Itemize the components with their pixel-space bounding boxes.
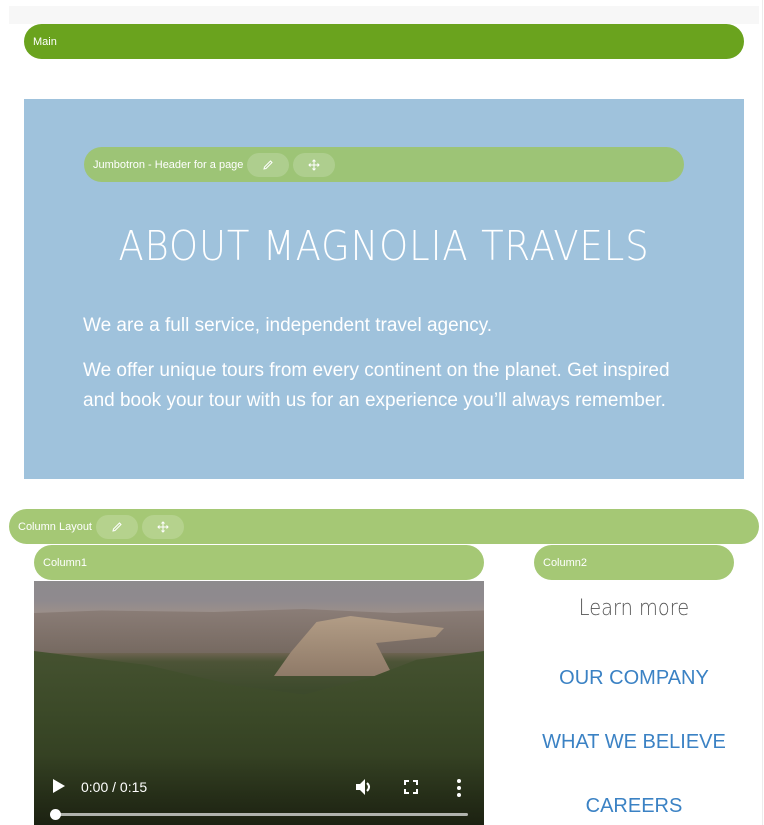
scrollbar-edge bbox=[762, 0, 763, 825]
video-progress-track[interactable] bbox=[56, 813, 468, 816]
move-arrows-icon bbox=[157, 520, 169, 533]
page-heading: ABOUT MAGNOLIA TRAVELS bbox=[118, 222, 650, 270]
main-area-label: Main bbox=[33, 35, 57, 48]
edit-component-button[interactable] bbox=[96, 514, 138, 539]
more-options-icon[interactable] bbox=[456, 779, 462, 797]
column-layout-component-bar[interactable]: Column Layout bbox=[9, 509, 759, 544]
top-strip bbox=[9, 6, 759, 24]
move-component-button[interactable] bbox=[293, 152, 336, 177]
column2-label: Column2 bbox=[543, 556, 588, 569]
column-layout-label: Column Layout bbox=[18, 520, 92, 533]
link-our-company[interactable]: OUR COMPANY bbox=[534, 667, 734, 690]
learn-more-heading: Learn more bbox=[578, 596, 690, 621]
video-time-display: 0:00 / 0:15 bbox=[81, 779, 148, 795]
play-icon[interactable] bbox=[52, 779, 66, 793]
move-component-button[interactable] bbox=[142, 514, 184, 539]
volume-icon[interactable] bbox=[355, 778, 373, 796]
link-careers[interactable]: CAREERS bbox=[534, 795, 734, 818]
column1-area-bar[interactable]: Column1 bbox=[34, 545, 484, 580]
jumbotron: Jumbotron - Header for a page ABOUT MAGN… bbox=[24, 99, 744, 479]
intro-paragraph-1: We are a full service, independent trave… bbox=[83, 315, 493, 336]
video-progress-thumb[interactable] bbox=[50, 809, 61, 820]
intro-paragraph-2: We offer unique tours from every contine… bbox=[83, 360, 670, 411]
video-controls: 0:00 / 0:15 bbox=[34, 755, 484, 825]
jumbotron-component-bar[interactable]: Jumbotron - Header for a page bbox=[84, 147, 684, 182]
pencil-icon bbox=[112, 521, 122, 532]
link-what-we-believe[interactable]: WHAT WE BELIEVE bbox=[534, 731, 734, 754]
main-area-bar[interactable]: Main bbox=[24, 24, 744, 59]
pencil-icon bbox=[263, 159, 274, 170]
edit-component-button[interactable] bbox=[247, 152, 290, 177]
column1-label: Column1 bbox=[43, 556, 88, 569]
fullscreen-icon[interactable] bbox=[404, 780, 418, 794]
move-arrows-icon bbox=[308, 158, 321, 171]
column2-area-bar[interactable]: Column2 bbox=[534, 545, 734, 580]
video-player[interactable]: 0:00 / 0:15 bbox=[34, 581, 484, 825]
jumbotron-component-label: Jumbotron - Header for a page bbox=[93, 158, 244, 171]
